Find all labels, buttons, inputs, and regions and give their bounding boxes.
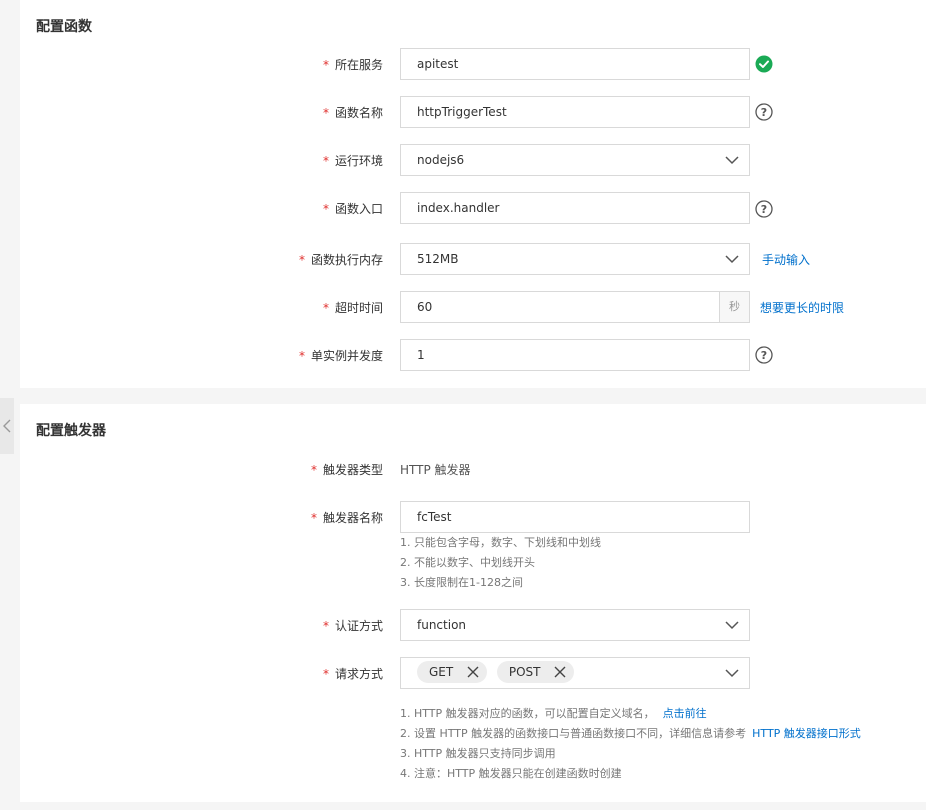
memory-value: 512MB	[417, 252, 459, 266]
svg-text:?: ?	[761, 203, 767, 216]
collapse-sidebar-tab[interactable]	[0, 398, 14, 454]
trigger-config-panel: 配置触发器 * 触发器类型 HTTP 触发器 * 触发器名称 fcTest 1. 只…	[20, 404, 926, 802]
trigger-type-value: HTTP 触发器	[400, 463, 471, 477]
method-tag-get: GET	[417, 661, 488, 683]
service-label: * 所在服务	[322, 58, 383, 72]
trigger-name-hint: 1. 只能包含字母，数字、下划线和中划线	[400, 536, 601, 549]
runtime-select[interactable]: nodejs6	[400, 144, 750, 176]
function-name-label: * 函数名称	[322, 106, 383, 120]
methods-multiselect[interactable]: GET POST	[400, 657, 750, 689]
trigger-name-hint: 3. 长度限制在1-128之间	[400, 576, 523, 589]
service-input[interactable]: apitest	[400, 48, 750, 80]
method-tag-post: POST	[496, 661, 575, 683]
handler-input[interactable]: index.handler	[400, 192, 750, 224]
trigger-name-input[interactable]: fcTest	[400, 501, 750, 533]
auth-select[interactable]: function	[400, 609, 750, 641]
timeout-input[interactable]: 60 秒	[400, 291, 750, 323]
handler-label: * 函数入口	[322, 202, 383, 216]
timeout-unit: 秒	[719, 292, 749, 322]
svg-text:?: ?	[761, 106, 767, 119]
http-trigger-note: 2. 设置 HTTP 触发器的函数接口与普通函数接口不同，详细信息请参考 HTTP…	[400, 727, 861, 740]
http-trigger-note: 3. HTTP 触发器只支持同步调用	[400, 747, 556, 760]
memory-select[interactable]: 512MB	[400, 243, 750, 275]
svg-text:?: ?	[761, 349, 767, 362]
chevron-down-icon	[725, 255, 739, 264]
close-icon[interactable]	[554, 666, 566, 678]
tag-label: POST	[508, 665, 541, 679]
chevron-down-icon	[725, 156, 739, 165]
panel-title: 配置触发器	[36, 423, 106, 439]
check-circle-icon	[755, 55, 773, 73]
methods-label: * 请求方式	[322, 667, 383, 681]
auth-value: function	[417, 618, 467, 632]
trigger-type-label: * 触发器类型	[310, 463, 383, 477]
panel-title: 配置函数	[36, 19, 92, 35]
function-name-input[interactable]: httpTriggerTest	[400, 96, 750, 128]
chevron-down-icon	[725, 621, 739, 630]
http-trigger-note: 4. 注意：HTTP 触发器只能在创建函数时创建	[400, 767, 622, 780]
runtime-label: * 运行环境	[322, 154, 383, 168]
runtime-value: nodejs6	[417, 153, 465, 167]
timeout-label: * 超时时间	[322, 301, 383, 315]
http-trigger-note: 1. HTTP 触发器对应的函数，可以配置自定义域名， 点击前往	[400, 707, 707, 720]
tag-label: GET	[429, 665, 454, 679]
longer-timeout-link[interactable]: 想要更长的时限	[760, 299, 844, 316]
close-icon[interactable]	[467, 666, 479, 678]
function-config-panel: 配置函数 * 所在服务 apitest * 函数名称 httpTriggerTest…	[20, 0, 926, 388]
manual-input-link[interactable]: 手动输入	[762, 251, 810, 268]
trigger-name-label: * 触发器名称	[310, 511, 383, 525]
help-icon[interactable]: ?	[755, 346, 773, 364]
help-icon[interactable]: ?	[755, 200, 773, 218]
concurrency-label: * 单实例并发度	[298, 349, 383, 363]
trigger-name-hint: 2. 不能以数字、中划线开头	[400, 556, 535, 569]
goto-custom-domain-link[interactable]: 点击前往	[663, 707, 707, 720]
auth-label: * 认证方式	[322, 619, 383, 633]
memory-label: * 函数执行内存	[298, 253, 383, 267]
help-icon[interactable]: ?	[755, 103, 773, 121]
chevron-left-icon	[3, 419, 11, 433]
http-trigger-interface-link[interactable]: HTTP 触发器接口形式	[752, 727, 861, 740]
chevron-down-icon	[725, 669, 739, 678]
timeout-value: 60	[417, 300, 433, 314]
concurrency-input[interactable]: 1	[400, 339, 750, 371]
